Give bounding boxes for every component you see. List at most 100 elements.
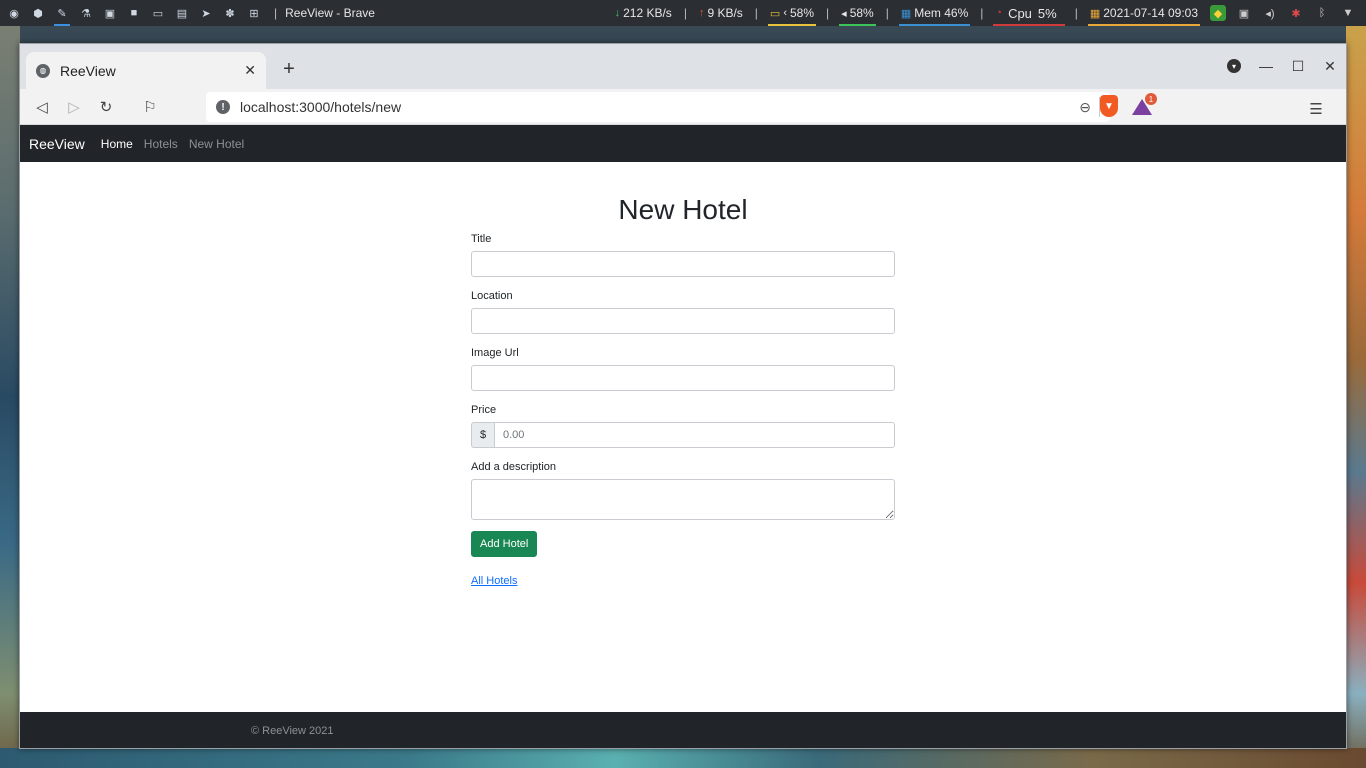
screenshot-icon[interactable]: ▣: [1236, 5, 1252, 21]
cpu-value: 5%: [1037, 5, 1057, 21]
site-info-icon[interactable]: !: [216, 100, 230, 114]
laptop-icon[interactable]: ▭: [146, 0, 170, 26]
zoom-out-icon[interactable]: ⊖: [1079, 99, 1091, 116]
memory-icon: ▦: [900, 7, 912, 20]
volume-tray-icon[interactable]: ◂): [1262, 5, 1278, 21]
chevron-left-icon: ‹: [783, 7, 787, 19]
upload-stat: ↑ 9 KB/s: [695, 0, 747, 26]
app-menu-icon[interactable]: ◉: [2, 0, 26, 26]
description-textarea[interactable]: [471, 479, 895, 520]
page-title: New Hotel: [618, 194, 748, 225]
download-stat: ↓ 212 KB/s: [611, 0, 676, 26]
volume-value: 58%: [849, 6, 874, 20]
panel-separator: |: [885, 6, 889, 20]
nav-link-new-hotel[interactable]: New Hotel: [189, 137, 244, 151]
memory-value: Mem 46%: [914, 6, 969, 20]
image-viewer-icon[interactable]: ▣: [98, 0, 122, 26]
brazil-flag-icon[interactable]: ◆: [1210, 5, 1226, 21]
form-container: New Hotel Title Location Image Url Price…: [471, 193, 895, 589]
download-value: 212 KB/s: [623, 6, 672, 20]
image-url-input[interactable]: [471, 365, 895, 391]
volume-underline: [839, 24, 876, 26]
nav-link-hotels[interactable]: Hotels: [144, 137, 178, 151]
vpn-icon[interactable]: ⬢: [26, 0, 50, 26]
rewards-badge: 1: [1145, 93, 1157, 105]
memory-underline: [898, 24, 971, 26]
panel-stats: ↓ 212 KB/s | ↑ 9 KB/s | ▭ ‹ 58% | ◂ 58% …: [611, 0, 1366, 26]
video-icon[interactable]: ■: [122, 0, 146, 26]
price-label: Price: [471, 404, 497, 416]
navbar-brand[interactable]: ReeView: [29, 136, 85, 152]
location-label: Location: [471, 290, 513, 302]
window-controls: ▾ — ☐ ✕: [1218, 52, 1346, 80]
site-navbar: ReeView Home Hotels New Hotel: [20, 125, 1346, 162]
price-input[interactable]: [494, 422, 895, 448]
browser-toolbar: ◁ ▷ ↻ ⚐ ! localhost:3000/hotels/new ⊖ ▼ …: [20, 89, 1346, 125]
bookmark-button[interactable]: ⚐: [134, 92, 166, 122]
download-arrow-icon: ↓: [614, 7, 621, 19]
browser-menu-button[interactable]: ☰: [1300, 94, 1332, 124]
wallpaper-bottom: [0, 748, 1366, 768]
nav-link-home[interactable]: Home: [101, 137, 133, 151]
cpu-stat[interactable]: ◔ Cpu 5%: [991, 0, 1066, 26]
price-input-group: $: [471, 422, 895, 448]
footer-copyright: © ReeView 2021: [251, 725, 334, 737]
description-label: Add a description: [471, 461, 556, 473]
price-group: Price $: [471, 404, 895, 448]
location-group: Location: [471, 290, 895, 334]
reload-button[interactable]: ↻: [90, 92, 122, 122]
brave-shields-icon[interactable]: ▼: [1100, 95, 1118, 117]
maximize-button[interactable]: ☐: [1282, 52, 1314, 80]
clock-stat[interactable]: ▦ 2021-07-14 09:03: [1086, 0, 1202, 26]
tab-title: ReeView: [60, 62, 116, 79]
battery-stat[interactable]: ▭ ‹ 58%: [766, 0, 818, 26]
forward-button[interactable]: ▷: [58, 92, 90, 122]
wifi-icon[interactable]: ▼: [1340, 5, 1356, 21]
cpu-underline: [993, 24, 1065, 26]
panel-separator: |: [826, 6, 830, 20]
site-footer: © ReeView 2021: [20, 712, 1346, 748]
title-input[interactable]: [471, 251, 895, 277]
cpu-gauge-icon: ◔: [995, 7, 1003, 19]
close-window-button[interactable]: ✕: [1314, 52, 1346, 80]
all-hotels-link[interactable]: All Hotels: [471, 575, 517, 587]
browser-tab[interactable]: ◍ ReeView ✕: [26, 52, 266, 89]
memory-stat[interactable]: ▦ Mem 46%: [897, 0, 972, 26]
address-bar[interactable]: ! localhost:3000/hotels/new ⊖: [206, 92, 1110, 122]
page-viewport: ReeView Home Hotels New Hotel New Hotel …: [20, 125, 1346, 748]
clock-value: 2021-07-14 09:03: [1103, 6, 1198, 20]
description-group: Add a description: [471, 461, 895, 520]
color-picker-icon[interactable]: ✎: [50, 0, 74, 26]
wallpaper-left: [0, 26, 20, 768]
location-input[interactable]: [471, 308, 895, 334]
title-group: Title: [471, 233, 895, 277]
panel-window-title: ReeView - Brave: [285, 6, 375, 20]
minimize-button[interactable]: —: [1250, 52, 1282, 80]
volume-stat[interactable]: ◂ 58%: [837, 0, 878, 26]
telegram-icon[interactable]: ➤: [194, 0, 218, 26]
url-text[interactable]: localhost:3000/hotels/new: [240, 99, 1079, 115]
battery-underline: [767, 24, 817, 26]
speaker-icon: ◂: [841, 7, 847, 20]
brave-rewards-button[interactable]: 1: [1132, 93, 1157, 117]
clock-underline: [1087, 24, 1200, 26]
panel-separator: |: [683, 6, 687, 20]
browser-window: ◍ ReeView ✕ + ▾ — ☐ ✕ ◁ ▷ ↻ ⚐ ! localhos…: [19, 43, 1347, 749]
panel-separator: |: [980, 6, 984, 20]
folder-icon[interactable]: ▤: [170, 0, 194, 26]
system-tray: ◆ ▣ ◂) ✱ ᛒ ▼: [1202, 5, 1366, 21]
bluetooth-icon[interactable]: ᛒ: [1314, 5, 1330, 21]
add-hotel-button[interactable]: Add Hotel: [471, 531, 538, 557]
close-tab-icon[interactable]: ✕: [244, 62, 256, 79]
back-button[interactable]: ◁: [26, 92, 58, 122]
new-tab-button[interactable]: +: [276, 56, 302, 82]
tab-strip: ◍ ReeView ✕ + ▾ — ☐ ✕: [20, 44, 1346, 89]
calendar-icon: ▦: [1089, 7, 1101, 20]
tab-search-button[interactable]: ▾: [1218, 52, 1250, 80]
bug-icon[interactable]: ✱: [1288, 5, 1304, 21]
upload-value: 9 KB/s: [707, 6, 743, 20]
flask-icon[interactable]: ⚗: [74, 0, 98, 26]
paw-icon[interactable]: ✽: [218, 0, 242, 26]
cpu-label: Cpu: [1008, 5, 1032, 21]
apps-grid-icon[interactable]: ⊞: [242, 0, 266, 26]
